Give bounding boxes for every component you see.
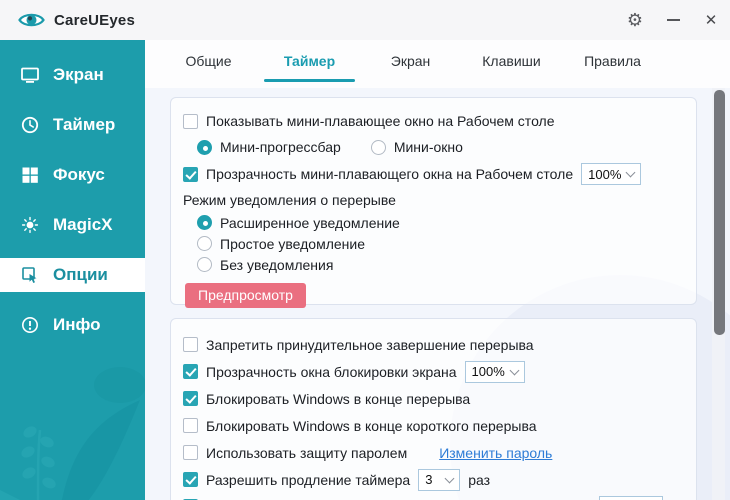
notify-simple-row: Простое уведомление bbox=[197, 233, 684, 254]
lock-windows-short-label: Блокировать Windows в конце короткого пе… bbox=[206, 417, 537, 434]
sidebar-item-timer[interactable]: Таймер bbox=[0, 100, 145, 150]
gear-icon[interactable]: ⚙ bbox=[616, 0, 654, 40]
mini-mode-radio-group: Мини-прогрессбар Мини-окно bbox=[197, 134, 684, 160]
extend-timer-label: Разрешить продление таймера bbox=[206, 471, 411, 488]
tab-screen[interactable]: Экран bbox=[360, 42, 461, 80]
sidebar-item-label: Экран bbox=[53, 65, 104, 84]
forbid-skip-row: Запретить принудительное завершение пере… bbox=[183, 331, 684, 358]
mini-transparency-value: 100% bbox=[588, 166, 622, 182]
mini-window-label: Мини-окно bbox=[393, 139, 463, 155]
app-logo: CareUEyes bbox=[18, 9, 135, 31]
lock-transparency-dropdown[interactable]: 100% bbox=[464, 360, 525, 383]
lock-transparency-checkbox[interactable] bbox=[183, 364, 198, 379]
sidebar-item-options[interactable]: Опции bbox=[0, 250, 145, 300]
leaf-decoration bbox=[0, 367, 145, 500]
sidebar: Экран Таймер Фокус MagicX Опции Инфо bbox=[0, 40, 145, 500]
notify-extended-label: Расширенное уведомление bbox=[220, 214, 400, 231]
mini-transparency-label: Прозрачность мини-плавающего окна на Раб… bbox=[206, 166, 574, 182]
lock-windows-short-row: Блокировать Windows в конце короткого пе… bbox=[183, 412, 684, 439]
notify-none-label: Без уведомления bbox=[220, 256, 334, 273]
scrollbar-thumb[interactable] bbox=[714, 90, 725, 335]
change-password-link[interactable]: Изменить пароль bbox=[439, 445, 552, 461]
sidebar-item-label: MagicX bbox=[53, 215, 113, 234]
windows-icon bbox=[22, 167, 38, 183]
tab-timer[interactable]: Таймер bbox=[259, 42, 360, 82]
minimize-icon[interactable] bbox=[654, 0, 692, 40]
lock-transparency-label: Прозрачность окна блокировки экрана bbox=[206, 363, 457, 380]
clock-icon bbox=[21, 116, 39, 134]
eye-logo-icon bbox=[18, 13, 45, 27]
cursor-options-icon bbox=[22, 267, 37, 283]
sidebar-item-info[interactable]: Инфо bbox=[0, 300, 145, 350]
break-options-panel: Запретить принудительное завершение пере… bbox=[170, 318, 697, 500]
sun-icon bbox=[21, 216, 39, 234]
mini-progressbar-radio[interactable] bbox=[197, 139, 212, 155]
tab-keys[interactable]: Клавиши bbox=[461, 42, 562, 80]
mini-window-panel: Показывать мини-плавающее окно на Рабоче… bbox=[170, 97, 697, 308]
sidebar-item-screen[interactable]: Экран bbox=[0, 50, 145, 100]
show-mini-window-checkbox[interactable] bbox=[183, 113, 198, 129]
close-icon[interactable]: ✕ bbox=[692, 0, 730, 40]
sidebar-item-label: Таймер bbox=[53, 115, 116, 134]
notify-mode-label: Режим уведомления о перерыве bbox=[183, 192, 396, 208]
extend-timer-suffix: раз bbox=[468, 471, 491, 488]
tab-general[interactable]: Общие bbox=[158, 42, 259, 80]
lock-transparency-value: 100% bbox=[471, 364, 505, 379]
extend-timer-dropdown[interactable]: 3 bbox=[418, 468, 461, 491]
chevron-down-icon bbox=[444, 473, 455, 483]
lock-windows-short-checkbox[interactable] bbox=[183, 418, 198, 433]
notify-none-radio[interactable] bbox=[197, 257, 212, 272]
tab-rules[interactable]: Правила bbox=[562, 42, 663, 80]
password-checkbox[interactable] bbox=[183, 445, 198, 460]
notify-extended-radio[interactable] bbox=[197, 215, 212, 230]
title-bar: CareUEyes ⚙ ✕ bbox=[0, 0, 730, 40]
forbid-skip-checkbox[interactable] bbox=[183, 337, 198, 352]
mini-transparency-dropdown[interactable]: 100% bbox=[581, 163, 642, 185]
info-icon bbox=[22, 317, 38, 333]
notify-mode-row: Режим уведомления о перерыве bbox=[183, 188, 684, 212]
sidebar-item-magicx[interactable]: MagicX bbox=[0, 200, 145, 250]
app-window: CareUEyes ⚙ ✕ Экран Таймер Фокус MagicX … bbox=[0, 0, 730, 500]
sidebar-item-focus[interactable]: Фокус bbox=[0, 150, 145, 200]
lock-transparency-row: Прозрачность окна блокировки экрана 100% bbox=[183, 358, 684, 385]
notify-simple-label: Простое уведомление bbox=[220, 235, 365, 252]
extend-timer-checkbox[interactable] bbox=[183, 472, 198, 487]
show-mini-window-row: Показывать мини-плавающее окно на Рабоче… bbox=[183, 108, 684, 134]
lock-windows-break-label: Блокировать Windows в конце перерыва bbox=[206, 390, 471, 407]
pause-timer-input[interactable] bbox=[599, 496, 664, 500]
preview-button[interactable]: Предпросмотр bbox=[185, 283, 306, 308]
password-row: Использовать защиту паролем Изменить пар… bbox=[183, 439, 684, 466]
password-label: Использовать защиту паролем bbox=[206, 444, 408, 461]
lock-windows-break-checkbox[interactable] bbox=[183, 391, 198, 406]
mini-transparency-checkbox[interactable] bbox=[183, 166, 198, 182]
chevron-down-icon bbox=[625, 167, 636, 178]
app-title: CareUEyes bbox=[54, 11, 136, 29]
sidebar-item-label: Инфо bbox=[53, 315, 101, 334]
tabs-bar: Общие Таймер Экран Клавиши Правила bbox=[145, 40, 730, 120]
mini-progressbar-label: Мини-прогрессбар bbox=[220, 139, 341, 155]
extend-timer-value: 3 bbox=[425, 472, 433, 487]
pause-timer-row: Приостановить таймер, если мышь неподвиж… bbox=[183, 493, 684, 500]
mini-window-radio[interactable] bbox=[370, 139, 386, 155]
lock-windows-break-row: Блокировать Windows в конце перерыва bbox=[183, 385, 684, 412]
mini-transparency-row: Прозрачность мини-плавающего окна на Раб… bbox=[183, 160, 684, 188]
chevron-down-icon bbox=[509, 365, 520, 375]
monitor-icon bbox=[21, 67, 39, 83]
sidebar-nav: Экран Таймер Фокус MagicX Опции Инфо bbox=[0, 40, 145, 350]
sidebar-item-label: Опции bbox=[53, 265, 108, 284]
notify-extended-row: Расширенное уведомление bbox=[197, 212, 684, 233]
extend-timer-row: Разрешить продление таймера 3 раз bbox=[183, 466, 684, 493]
window-controls: ⚙ ✕ bbox=[616, 0, 730, 40]
show-mini-window-label: Показывать мини-плавающее окно на Рабоче… bbox=[206, 113, 555, 129]
forbid-skip-label: Запретить принудительное завершение пере… bbox=[206, 336, 534, 353]
notify-none-row: Без уведомления bbox=[197, 254, 684, 275]
notify-simple-radio[interactable] bbox=[197, 236, 212, 251]
sidebar-item-label: Фокус bbox=[53, 165, 105, 184]
